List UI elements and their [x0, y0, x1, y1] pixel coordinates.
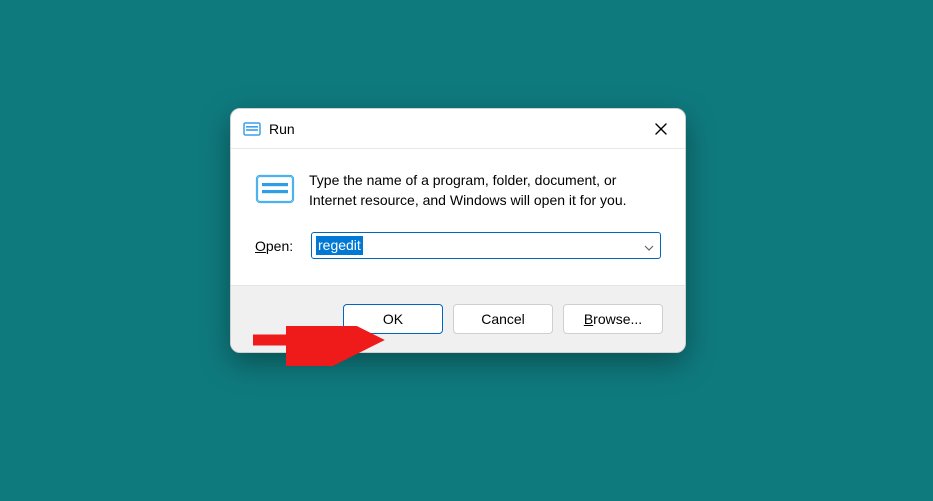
chevron-down-icon[interactable]	[644, 238, 654, 254]
run-icon	[243, 120, 261, 138]
close-icon	[655, 123, 667, 135]
button-bar: OK Cancel Browse...	[231, 285, 685, 352]
dialog-body: Type the name of a program, folder, docu…	[231, 149, 685, 285]
ok-button-label: OK	[383, 311, 403, 327]
browse-button-label: Browse...	[584, 311, 642, 327]
cancel-button[interactable]: Cancel	[453, 304, 553, 334]
dialog-title: Run	[269, 121, 647, 137]
open-combobox[interactable]: regedit	[311, 232, 661, 259]
run-dialog: Run Type the name of a program, folder, …	[230, 108, 686, 353]
close-button[interactable]	[647, 117, 675, 141]
browse-button[interactable]: Browse...	[563, 304, 663, 334]
open-input-value: regedit	[316, 236, 363, 255]
ok-button[interactable]: OK	[343, 304, 443, 334]
dialog-description: Type the name of a program, folder, docu…	[309, 171, 661, 210]
run-large-icon	[255, 173, 295, 205]
cancel-button-label: Cancel	[481, 311, 525, 327]
open-label: Open:	[255, 238, 311, 254]
titlebar: Run	[231, 109, 685, 149]
